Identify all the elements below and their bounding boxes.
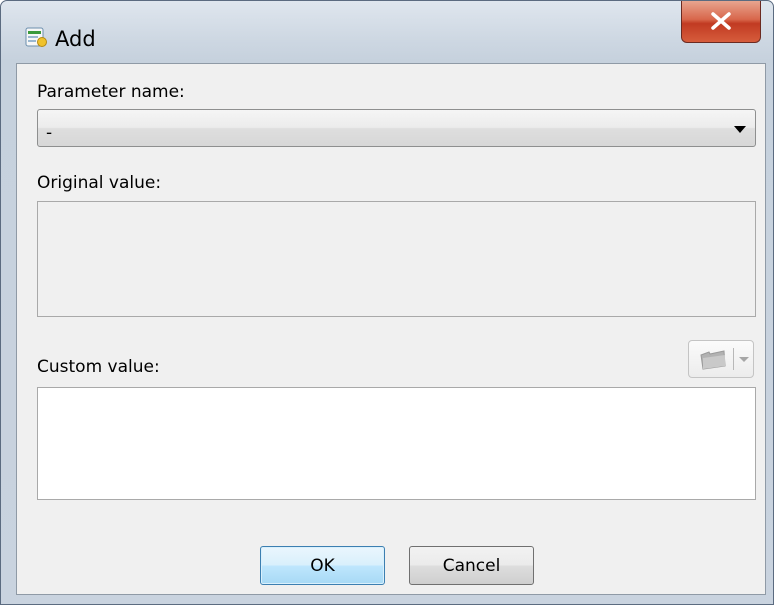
add-dialog: Add Parameter name: - Original value: Cu… xyxy=(0,0,774,605)
original-value-label: Original value: xyxy=(37,173,162,193)
parameter-name-value: - xyxy=(46,123,53,143)
parameter-name-dropdown[interactable]: - xyxy=(37,109,756,147)
custom-value-field[interactable] xyxy=(37,387,756,500)
split-separator xyxy=(733,348,734,370)
ok-button[interactable]: OK xyxy=(260,546,385,585)
close-button[interactable] xyxy=(681,1,761,43)
dropdown-arrow-icon[interactable] xyxy=(739,357,749,362)
custom-value-label: Custom value: xyxy=(37,357,160,377)
original-value-field xyxy=(37,201,756,317)
title-bar[interactable]: Add xyxy=(1,1,773,63)
window-title: Add xyxy=(55,27,96,51)
chevron-down-icon xyxy=(734,126,746,133)
folder-icon xyxy=(699,350,727,374)
parameter-name-label: Parameter name: xyxy=(37,82,185,102)
close-icon xyxy=(711,12,731,30)
dialog-app-icon xyxy=(25,26,47,48)
dialog-body: Parameter name: - Original value: Custom… xyxy=(16,63,766,595)
cancel-button[interactable]: Cancel xyxy=(409,546,534,585)
insert-split-button[interactable] xyxy=(688,340,754,378)
